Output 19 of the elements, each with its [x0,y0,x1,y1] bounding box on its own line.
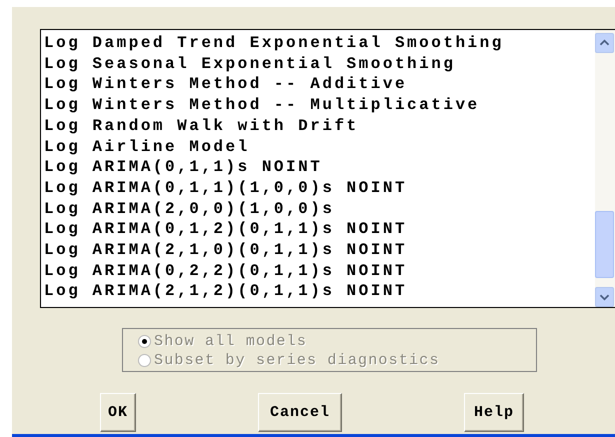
list-item[interactable]: Log Random Walk with Drift [44,116,595,137]
scrollbar-thumb[interactable] [595,211,614,278]
list-item[interactable]: Log ARIMA(0,2,2)(0,1,1)s NOINT [44,260,595,282]
list-item[interactable]: Log ARIMA(0,1,1)s NOINT [44,157,595,178]
list-item[interactable]: Log ARIMA(2,1,0)(0,1,1)s NOINT [44,240,595,261]
scroll-up-icon[interactable] [595,33,614,53]
list-item[interactable]: Log ARIMA(2,1,2)(0,1,1)s NOINT [44,281,595,302]
dialog-button[interactable]: Help [464,393,524,432]
list-item[interactable]: Log ARIMA(2,0,0)(1,0,0)s [44,198,595,220]
dialog-button[interactable]: OK [100,393,136,432]
list-item[interactable]: Log Winters Method -- Additive [44,74,595,96]
list-item[interactable]: Log Airline Model [44,136,595,158]
scroll-down-icon[interactable] [595,287,614,307]
list-item[interactable]: Log ARIMA(0,1,2)(0,1,1)s NOINT [44,219,595,240]
list-item[interactable]: Log Winters Method -- Multiplicative [44,95,595,116]
list-item[interactable]: Log Damped Trend Exponential Smoothing [44,33,595,54]
list-item[interactable]: Log ARIMA(0,1,1)(1,0,0)s NOINT [44,178,595,199]
dialog-button[interactable]: Cancel [258,393,342,432]
list-item[interactable]: Log Seasonal Exponential Smoothing [44,54,595,74]
